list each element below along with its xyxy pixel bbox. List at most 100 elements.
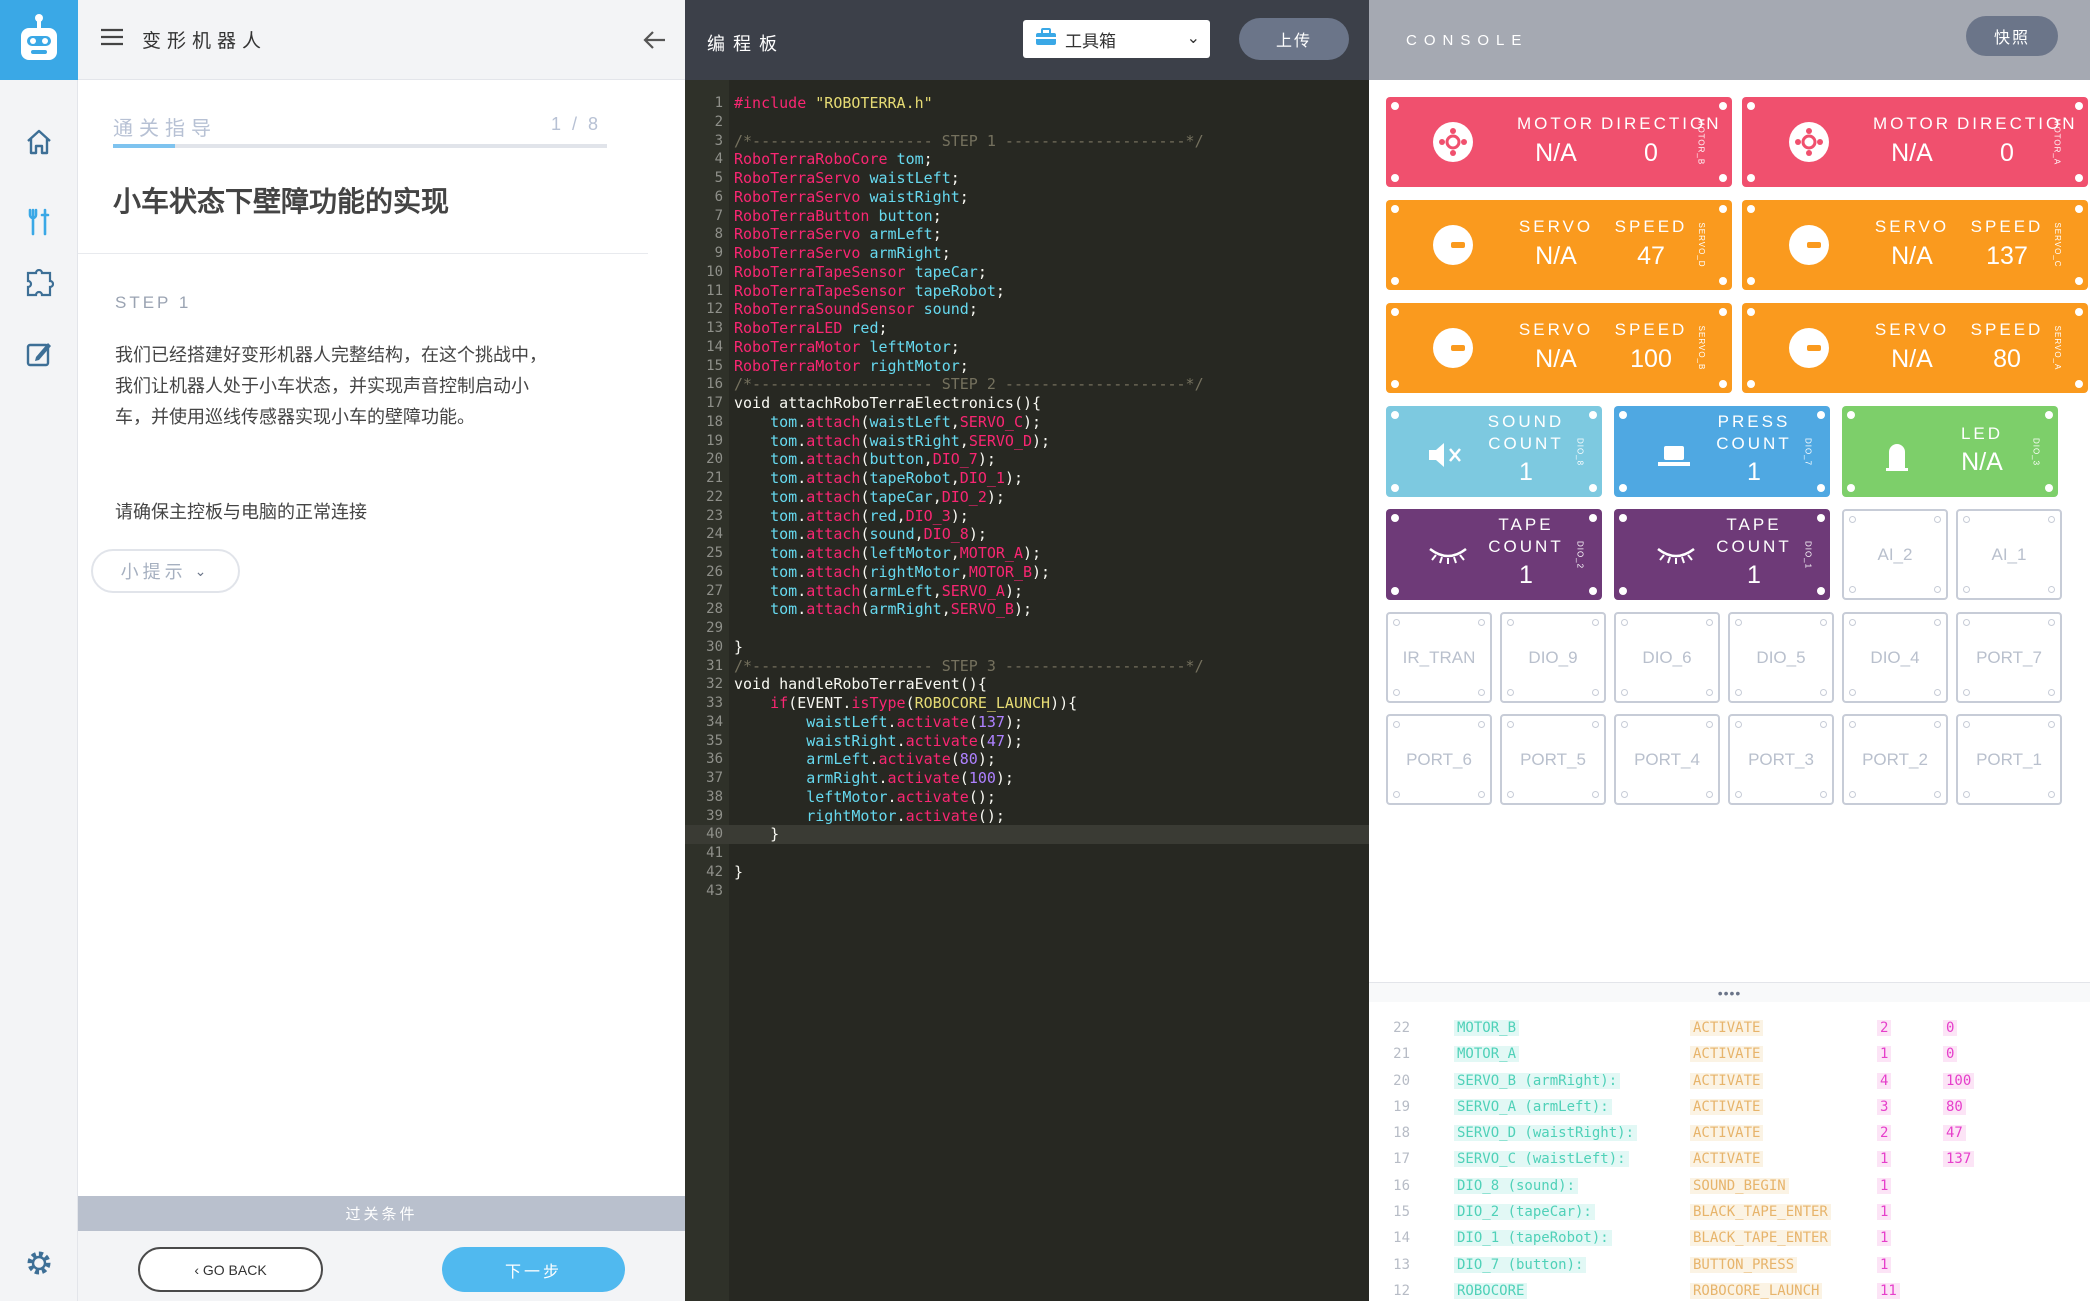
puzzle-icon[interactable] <box>0 254 78 314</box>
code-line[interactable]: 40 } <box>685 825 1369 844</box>
device-card-servo_a[interactable]: SERVO SPEED N/A 80 SERVO_A <box>1742 303 2088 393</box>
port-slot-ir_tran[interactable]: IR_TRAN <box>1386 612 1492 703</box>
code-line[interactable]: 35 waistRight.activate(47); <box>685 732 1369 751</box>
code-line[interactable]: 23 tom.attach(red,DIO_3); <box>685 507 1369 526</box>
log-event: ACTIVATE <box>1690 1151 1764 1168</box>
port-slot-dio_9[interactable]: DIO_9 <box>1500 612 1606 703</box>
code-line[interactable]: 26 tom.attach(rightMotor,MOTOR_B); <box>685 563 1369 582</box>
code-line[interactable]: 24 tom.attach(sound,DIO_8); <box>685 525 1369 544</box>
edit-icon[interactable] <box>0 324 78 384</box>
port-slot-port_1[interactable]: PORT_1 <box>1956 714 2062 805</box>
code-line[interactable]: 17 void attachRoboTerraElectronics(){ <box>685 394 1369 413</box>
code-line[interactable]: 15 RoboTerraMotor rightMotor; <box>685 357 1369 376</box>
code-line[interactable]: 11 RoboTerraTapeSensor tapeRobot; <box>685 282 1369 301</box>
port-slot-port_2[interactable]: PORT_2 <box>1842 714 1948 805</box>
code-line[interactable]: 1 #include "ROBOTERRA.h" <box>685 94 1369 113</box>
code-line[interactable]: 2 <box>685 113 1369 132</box>
port-slot-port_6[interactable]: PORT_6 <box>1386 714 1492 805</box>
port-slot-port_7[interactable]: PORT_7 <box>1956 612 2062 703</box>
code-line[interactable]: 10 RoboTerraTapeSensor tapeCar; <box>685 263 1369 282</box>
device-card-motor_b[interactable]: MOTOR DIRECTION N/A 0 MOTOR_B <box>1386 97 1732 187</box>
code-line[interactable]: 42} <box>685 863 1369 882</box>
code-line[interactable]: 12 RoboTerraSoundSensor sound; <box>685 300 1369 319</box>
code-line[interactable]: 33 if(EVENT.isType(ROBOCORE_LAUNCH)){ <box>685 694 1369 713</box>
code-line[interactable]: 9 RoboTerraServo armRight; <box>685 244 1369 263</box>
device-card-dio_7[interactable]: PRESS COUNT 1 DIO_7 <box>1614 406 1830 497</box>
port-slot-dio_5[interactable]: DIO_5 <box>1728 612 1834 703</box>
port-slot-ai_2[interactable]: AI_2 <box>1842 509 1948 600</box>
port-slot-port_4[interactable]: PORT_4 <box>1614 714 1720 805</box>
home-icon[interactable] <box>0 112 78 172</box>
code-line[interactable]: 20 tom.attach(button,DIO_7); <box>685 450 1369 469</box>
hint-button[interactable]: 小提示 ⌄ <box>91 549 240 593</box>
code-line[interactable]: 41 <box>685 844 1369 863</box>
device-card-servo_c[interactable]: SERVO SPEED N/A 137 SERVO_C <box>1742 200 2088 290</box>
mount-hole <box>1507 721 1514 728</box>
mount-hole <box>1391 277 1399 285</box>
code-line[interactable]: 5 RoboTerraServo waistLeft; <box>685 169 1369 188</box>
code-line[interactable]: 27 tom.attach(armLeft,SERVO_A); <box>685 582 1369 601</box>
robot-logo-icon[interactable] <box>0 0 78 80</box>
code-line[interactable]: 8 RoboTerraServo armLeft; <box>685 225 1369 244</box>
mount-hole <box>1747 380 1755 388</box>
code-line[interactable]: 13 RoboTerraLED red; <box>685 319 1369 338</box>
line-number: 5 <box>714 170 723 186</box>
mount-hole <box>1507 689 1514 696</box>
mount-hole <box>1706 791 1713 798</box>
device-card-servo_d[interactable]: SERVO SPEED N/A 47 SERVO_D <box>1386 200 1732 290</box>
code-line[interactable]: 36 armLeft.activate(80); <box>685 750 1369 769</box>
code-line[interactable]: 14 RoboTerraMotor leftMotor; <box>685 338 1369 357</box>
code-line[interactable]: 4 RoboTerraRoboCore tom; <box>685 150 1369 169</box>
code-line[interactable]: 16 /*-------------------- STEP 2 --------… <box>685 375 1369 394</box>
menu-icon[interactable] <box>100 27 124 52</box>
code-text: tom.attach(waistLeft,SERVO_C); <box>770 412 1042 431</box>
code-line[interactable]: 34 waistLeft.activate(137); <box>685 713 1369 732</box>
device-card-motor_a[interactable]: MOTOR DIRECTION N/A 0 MOTOR_A <box>1742 97 2088 187</box>
settings-gear-icon[interactable] <box>0 1233 78 1293</box>
tools-icon[interactable] <box>0 192 78 252</box>
mount-hole <box>1849 516 1856 523</box>
port-name: AI_2 <box>1877 545 1913 564</box>
device-card-dio_1[interactable]: TAPE COUNT 1 DIO_1 <box>1614 509 1830 600</box>
code-line[interactable]: 31 /*-------------------- STEP 3 --------… <box>685 657 1369 676</box>
code-line[interactable]: 30} <box>685 638 1369 657</box>
port-slot-port_3[interactable]: PORT_3 <box>1728 714 1834 805</box>
port-slot-port_5[interactable]: PORT_5 <box>1500 714 1606 805</box>
resize-handle[interactable]: •••• <box>1369 982 2090 1002</box>
code-line[interactable]: 25 tom.attach(leftMotor,MOTOR_A); <box>685 544 1369 563</box>
code-line[interactable]: 6 RoboTerraServo waistRight; <box>685 188 1369 207</box>
log-event: ACTIVATE <box>1690 1020 1764 1036</box>
device-card-dio_8[interactable]: SOUND COUNT 1 DIO_8 <box>1386 406 1602 497</box>
code-line[interactable]: 28 tom.attach(armRight,SERVO_B); <box>685 600 1369 619</box>
code-line[interactable]: 7 RoboTerraButton button; <box>685 207 1369 226</box>
port-slot-dio_4[interactable]: DIO_4 <box>1842 612 1948 703</box>
code-line[interactable]: 21 tom.attach(tapeRobot,DIO_1); <box>685 469 1369 488</box>
pass-condition-bar[interactable]: 过关条件 <box>78 1196 685 1231</box>
code-area[interactable]: 1 #include "ROBOTERRA.h" 2 3/*-------------… <box>685 94 1369 900</box>
port-slot-ai_1[interactable]: AI_1 <box>1956 509 2062 600</box>
left-rail <box>0 0 78 1301</box>
code-line[interactable]: 38 leftMotor.activate(); <box>685 788 1369 807</box>
snapshot-button[interactable]: 快照 <box>1966 16 2058 56</box>
code-line[interactable]: 39 rightMotor.activate(); <box>685 807 1369 826</box>
code-line[interactable]: 19 tom.attach(waistRight,SERVO_D); <box>685 432 1369 451</box>
arrow-left-icon[interactable] <box>641 26 669 54</box>
toolbox-dropdown[interactable]: 工具箱 ⌄ <box>1023 20 1210 58</box>
mount-hole <box>1391 102 1399 110</box>
code-line[interactable]: 18 tom.attach(waistLeft,SERVO_C); <box>685 413 1369 432</box>
next-step-button[interactable]: 下一步 <box>442 1247 625 1292</box>
code-line[interactable]: 29 <box>685 619 1369 638</box>
code-line[interactable]: 43 <box>685 882 1369 901</box>
device-card-dio_2[interactable]: TAPE COUNT 1 DIO_2 <box>1386 509 1602 600</box>
code-line[interactable]: 22 tom.attach(tapeCar,DIO_2); <box>685 488 1369 507</box>
device-card-servo_b[interactable]: SERVO SPEED N/A 100 SERVO_B <box>1386 303 1732 393</box>
go-back-button[interactable]: ‹ GO BACK <box>138 1247 323 1292</box>
upload-button[interactable]: 上传 <box>1239 18 1349 60</box>
code-text: tom.attach(button,DIO_7); <box>770 450 996 469</box>
device-card-dio_3[interactable]: LED N/A DIO_3 <box>1842 406 2058 497</box>
port-slot-dio_6[interactable]: DIO_6 <box>1614 612 1720 703</box>
code-line[interactable]: 32 void handleRoboTerraEvent(){ <box>685 675 1369 694</box>
code-line[interactable]: 37 armRight.activate(100); <box>685 769 1369 788</box>
code-line[interactable]: 3 /*-------------------- STEP 1 ---------… <box>685 132 1369 151</box>
log-param-1: 4 <box>1877 1072 1892 1089</box>
